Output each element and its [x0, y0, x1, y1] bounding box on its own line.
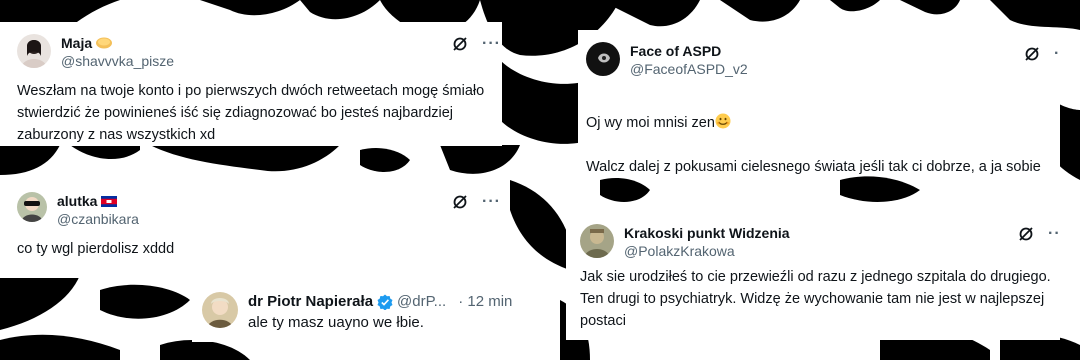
tweet-text: co ty wgl pierdolisz xddd [17, 241, 175, 257]
display-name[interactable]: Face of ASPD [630, 42, 748, 60]
grok-icon[interactable] [452, 194, 468, 210]
grok-icon[interactable] [1018, 226, 1034, 242]
cambodia-flag-icon [101, 195, 118, 207]
tweet-card-alutka[interactable]: alutka @czanbikara ··· co ty wgl pierdol… [0, 178, 502, 278]
bread-emoji-icon [96, 37, 113, 49]
username-handle[interactable]: @shavvvka_pisze [61, 52, 174, 70]
timestamp[interactable]: · 12 min [458, 293, 512, 311]
tweet-card-krakoski-punkt-widzenia[interactable]: Krakoski punkt Widzenia @PolakzKrakowa ·… [566, 212, 1060, 340]
tweet-text-line1: Oj wy moi mnisi zen [586, 112, 1056, 134]
more-options-icon[interactable]: ··· [1054, 46, 1060, 62]
display-name[interactable]: Maja [61, 34, 174, 52]
avatar[interactable] [580, 224, 614, 258]
tweet-text: Oj wy moi mnisi zen Walcz dalej z pokusa… [586, 90, 1056, 176]
display-name[interactable]: alutka [57, 192, 139, 210]
tweet-card-face-of-aspd[interactable]: Face of ASPD @FaceofASPD_v2 ··· Oj wy mo… [578, 30, 1060, 176]
username-handle[interactable]: @drP... [397, 293, 446, 311]
display-name-text[interactable]: Maja [61, 34, 92, 52]
avatar[interactable] [17, 192, 47, 222]
verified-badge-icon [377, 294, 393, 310]
tweet-text: ale ty masz uayno we łbie. [248, 314, 424, 331]
header-line[interactable]: dr Piotr Napierała @drP... · 12 min [248, 292, 512, 312]
more-options-icon[interactable]: ··· [1048, 226, 1060, 242]
avatar[interactable] [202, 292, 238, 328]
grok-icon[interactable] [1024, 46, 1040, 62]
more-options-icon[interactable]: ··· [482, 194, 501, 210]
tweet-text-first: Oj wy moi mnisi zen [586, 115, 715, 131]
tweet-card-maja[interactable]: Maja @shavvvka_pisze ··· Weszłam na twoj… [0, 22, 502, 146]
tweet-text: Weszłam na twoje konto i po pierwszych d… [17, 83, 485, 143]
tweet-text-rest: Walcz dalej z pokusami cielesnego świata… [586, 159, 1041, 175]
username-handle[interactable]: @FaceofASPD_v2 [630, 60, 748, 78]
display-name[interactable]: dr Piotr Napierała [248, 292, 373, 312]
tweet-text: Jak sie urodziłeś to cie przewieźli od r… [580, 269, 1051, 329]
smiling-face-emoji-icon [715, 113, 731, 129]
avatar[interactable] [17, 34, 51, 68]
display-name-text[interactable]: alutka [57, 192, 97, 210]
more-options-icon[interactable]: ··· [482, 36, 501, 52]
avatar[interactable] [586, 42, 620, 76]
tweet-card-piotr-napierala[interactable]: dr Piotr Napierała @drP... · 12 min ale … [192, 280, 560, 342]
username-handle[interactable]: @PolakzKrakowa [624, 242, 790, 260]
grok-icon[interactable] [452, 36, 468, 52]
display-name[interactable]: Krakoski punkt Widzenia [624, 224, 790, 242]
username-handle[interactable]: @czanbikara [57, 210, 139, 228]
